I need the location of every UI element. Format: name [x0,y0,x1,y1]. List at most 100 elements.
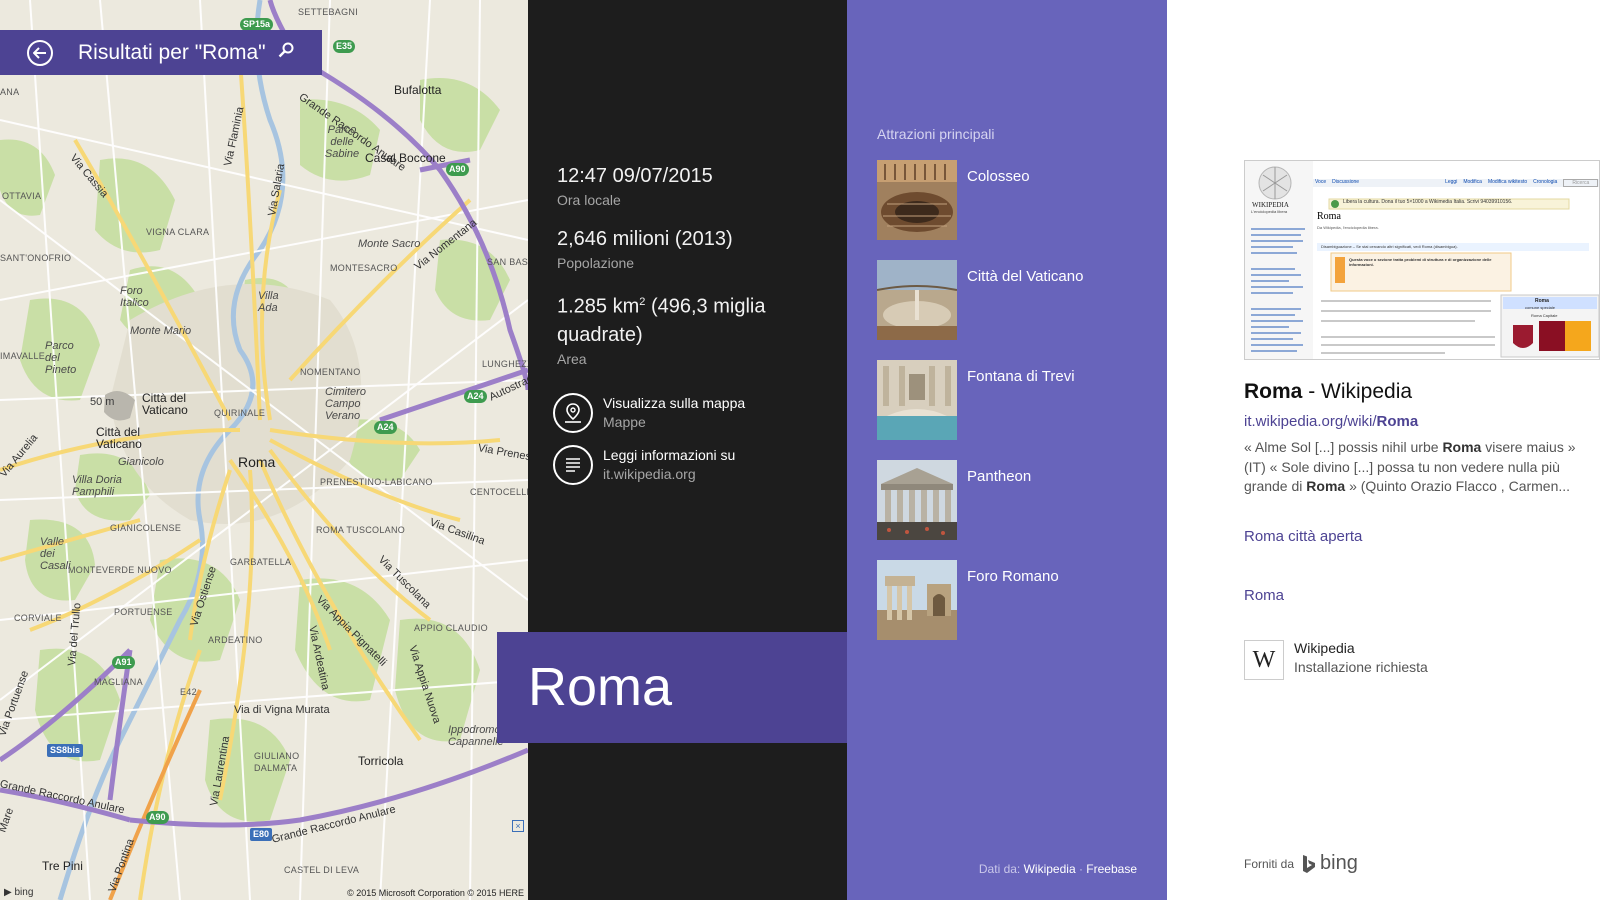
back-button[interactable] [27,39,53,66]
action-sub: Mappe [603,414,646,430]
shot-tab: Modifica wikitesto [1487,179,1528,185]
attraction-item-pantheon[interactable]: Pantheon [877,460,1147,540]
map-shield-a24-1: A24 [464,390,487,403]
data-source-freebase-link[interactable]: Freebase [1086,862,1137,876]
fact-value: 12:47 09/07/2015 [557,165,713,187]
search-title: Risultati per "Roma" [78,40,266,64]
map-label-citta-vaticano-2: Città del Vaticano [96,425,142,451]
map-label-vigna-clara: VIGNA CLARA [146,227,210,237]
view-on-map-button[interactable]: Visualizza sulla mappa Mappe [553,393,745,433]
read-on-wikipedia-button[interactable]: Leggi informazioni su it.wikipedia.org [553,445,735,485]
wikipedia-result-title[interactable]: Roma - Wikipedia [1244,380,1412,404]
map-label-citta-vaticano-1: Città del Vaticano [142,391,188,417]
related-link-roma[interactable]: Roma [1244,587,1284,604]
shot-tab: Leggi [1445,179,1458,185]
wikipedia-app-install[interactable]: W Wikipedia Installazione richiesta [1244,640,1428,680]
shot-infobox-caption: Roma Capitale [1531,313,1558,318]
fact-population: 2,646 milioni (2013) Popolazione [557,225,817,271]
snippet-part: » (Quinto Orazio Flacco , Carmen... [1345,478,1571,494]
related-link-roma-citta-aperta[interactable]: Roma città aperta [1244,528,1362,545]
attraction-item-citta-del-vaticano[interactable]: Città del Vaticano [877,260,1147,340]
map-shield-e80: E80 [250,828,273,841]
shot-logo-sub: L'enciclopedia libera [1251,209,1288,214]
attraction-name: Colosseo [967,168,1030,185]
map-label-portuense: PORTUENSE [114,607,173,617]
attraction-thumbnail [877,160,957,240]
fact-label: Area [557,350,587,367]
fact-label: Ora locale [557,192,621,208]
map-label-san-basilio: SAN BASILIO [487,257,528,267]
wikipedia-result-snippet: « Alme Sol [...] possis nihil urbe Roma … [1244,438,1584,497]
document-lines-icon [566,458,580,472]
bing-mini-icon: ▶ [4,887,12,898]
shot-logo-title: WIKIPEDIA [1252,201,1289,209]
map-label-imavalle: IMAVALLE [0,351,46,361]
map-panel[interactable]: SETTEBAGNI SP15a E35 Bufalotta Grande Ra… [0,0,528,900]
attraction-name: Città del Vaticano [967,268,1084,285]
wiki-title-rest: - Wikipedia [1302,380,1413,403]
shot-page-title: Roma [1317,211,1341,222]
map-shield-a90-top: A90 [446,163,469,176]
shot-infobox-title: Roma [1535,298,1549,304]
shot-from: Da Wikipedia, l'enciclopedia libera. [1317,225,1379,230]
map-label-monteverde: MONTEVERDE NUOVO [68,565,172,575]
wikipedia-result-url[interactable]: it.wikipedia.org/wiki/Roma [1244,413,1418,430]
shot-tabs: Voce Discussione Leggi Modifica Modifica… [1315,179,1599,187]
map-shield-ss8bis: SS8bis [47,744,84,757]
attraction-thumbnail [877,260,957,340]
data-source-wikipedia-link[interactable]: Wikipedia [1024,862,1076,876]
attraction-item-colosseo[interactable]: Colosseo [877,160,1147,240]
close-icon[interactable]: × [512,820,524,832]
snippet-part: « Alme Sol [...] possis nihil urbe [1244,439,1443,455]
map-label-roma-tuscolano: ROMA TUSCOLANO [316,525,406,535]
wikipedia-page-screenshot[interactable]: WIKIPEDIA L'enciclopedia libera Voce Dis… [1244,160,1600,360]
map-label-garbatella: GARBATELLA [230,557,292,567]
attraction-name: Pantheon [967,468,1032,485]
map-label-appio-claudio: APPIO CLAUDIO [414,623,488,633]
fact-local-time: 12:47 09/07/2015 Ora locale [557,162,817,208]
powered-by-bing: Forniti da bing [1244,852,1358,875]
map-label-monte-sacro: Monte Sacro [358,238,421,250]
map-label-prenestino: PRENESTINO-LABICANO [320,477,433,487]
shot-tab: Voce [1315,179,1327,185]
city-name-banner: Roma [497,632,847,743]
wikipedia-w-icon: W [1244,640,1284,680]
snippet-bold: Roma [1442,439,1482,455]
snippet-bold: Roma [1306,478,1346,494]
data-source-separator: · [1075,862,1087,876]
shot-tab: Modifica [1463,179,1482,185]
shot-box-title: Questa voce o sezione tratta problemi di… [1349,257,1492,267]
map-label-foro-italico: Foro Italico [120,285,149,309]
map-label-montesacro: MONTESACRO [330,263,398,273]
map-label-parco-pineto: Parco del Pineto [45,340,77,376]
bing-wordmark: bing [1320,852,1358,874]
attraction-thumbnail [877,560,957,640]
shot-tab: Discussione [1332,179,1360,185]
map-label-magliana: MAGLIANA [94,677,143,687]
map-label-ottavia: OTTAVIA [2,191,42,201]
attraction-item-fontana-di-trevi[interactable]: Fontana di Trevi [877,360,1147,440]
bing-logo-icon [1303,854,1316,873]
map-label-gianicolo: Gianicolo [118,456,164,468]
search-header: Risultati per "Roma" [0,30,322,75]
map-label-bufalotta: Bufalotta [394,83,442,97]
fact-value: 1.285 km2 (496,3 miglia quadrate) [557,288,817,349]
arrow-left-icon [33,46,46,59]
map-label-centocelle: CENTOCELLE [470,487,528,497]
attractions-panel: Attrazioni principali Colosseo Città del… [847,0,1167,900]
action-title: Leggi informazioni su [603,447,736,463]
attractions-header: Attrazioni principali [877,126,995,142]
map-shield-a91: A91 [112,656,135,669]
map-label-parco-sabine: Parco delle Sabine [324,124,360,160]
shot-search: Ricerca [1563,179,1599,187]
search-icon[interactable] [278,42,294,63]
map-shield-a24-2: A24 [374,421,397,434]
wiki-url-bold: Roma [1376,413,1419,430]
action-sub: it.wikipedia.org [603,466,696,482]
map-label-tre-pini: Tre Pini [42,859,83,873]
data-source: Dati da: Wikipedia · Freebase [979,862,1137,876]
map-label-villa-ada: Villa Ada [258,290,279,314]
map-pin-icon [565,403,581,423]
attraction-item-foro-romano[interactable]: Foro Romano [877,560,1147,640]
action-circle [553,393,593,433]
